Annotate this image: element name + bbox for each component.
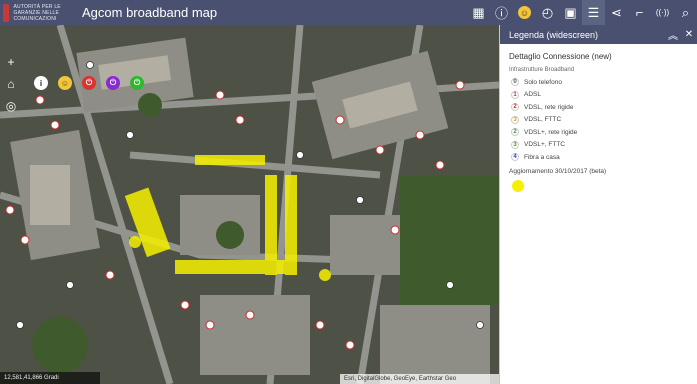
legend-label: Solo telefono (524, 78, 562, 86)
legend-item: 2 VDSL, rete rigide (509, 101, 697, 114)
legend-item: 2 VDSL+, rete rigide (509, 126, 697, 139)
agcom-logo-mark (3, 3, 10, 22)
red-power-icon[interactable]: ⏻ (82, 76, 96, 90)
map-attribution: Esri, DigitalGlobe, GeoEye, Earthstar Ge… (340, 374, 499, 384)
legend-label: ADSL (524, 91, 541, 99)
grid-icon[interactable]: ▦ (467, 0, 490, 25)
legend-label: VDSL+, rete rigide (524, 128, 578, 136)
smile-icon[interactable]: ☺ (58, 76, 72, 90)
legend-label: Fibra a casa (524, 153, 560, 161)
scale-readout: 12,581,41,866 Gradi (0, 372, 100, 384)
legend-item: 1 ADSL (509, 89, 697, 102)
map-view[interactable]: + ⌂ ◎ i ☺ ⏻ ⏻ ⏻ 12,581,41,866 Gradi Esri… (0, 25, 499, 384)
home-icon[interactable]: ⌂ (4, 77, 18, 91)
speed-icon[interactable]: ◴ (536, 0, 559, 25)
app-title: Agcom broadband map (82, 5, 218, 20)
legend-subtitle: Infrastrutture Broadband (509, 67, 575, 73)
measure-icon[interactable]: ⌐ (628, 0, 651, 25)
legend-badge: 3 (511, 140, 519, 149)
legend-item: 3 VDSL+, FTTC (509, 139, 697, 152)
legend-item: 3 VDSL, FTTC (509, 114, 697, 127)
wireless-icon[interactable]: ((·)) (651, 0, 674, 25)
legend-label: VDSL+, FTTC (524, 141, 565, 149)
close-icon[interactable]: ✕ (681, 29, 697, 40)
purple-power-icon[interactable]: ⏻ (106, 76, 120, 90)
legend-section-title: Dettaglio Connessione (new) (509, 52, 612, 61)
info-icon[interactable]: i (34, 76, 48, 90)
map-floating-buttons: i ☺ ⏻ ⏻ ⏻ (34, 76, 144, 90)
locate-icon[interactable]: ◎ (4, 99, 18, 113)
legend-badge: 4 (511, 153, 519, 162)
smile-icon[interactable]: ☺ (513, 0, 536, 25)
update-date: Aggiornamento 30/10/2017 (beta) (509, 167, 607, 175)
map-controls: + ⌂ ◎ (4, 55, 18, 113)
agcom-logo-text: AUTORITÀ PER LE GARANZIE NELLE COMUNICAZ… (13, 3, 61, 22)
green-power-icon[interactable]: ⏻ (130, 76, 144, 90)
smile-face: ☺ (518, 6, 531, 19)
share-icon[interactable]: ⋖ (605, 0, 628, 25)
legend-panel-title: Legenda (widescreen) (509, 29, 599, 40)
legend-label: VDSL, FTTC (524, 116, 562, 124)
legend-item: 0 Solo telefono (509, 76, 697, 89)
search-icon[interactable]: ⌕ (674, 0, 697, 25)
legend-panel: Legenda (widescreen) ︽ ✕ Dettaglio Conne… (499, 25, 697, 384)
legend-badge: 1 (511, 90, 519, 99)
legend-label: VDSL, rete rigide (524, 103, 574, 111)
legend-list-icon[interactable]: ☰ (582, 0, 605, 25)
info-icon[interactable]: ⓘ (490, 0, 513, 25)
layers-icon[interactable]: ▣ (559, 0, 582, 25)
agcom-logo[interactable]: AUTORITÀ PER LE GARANZIE NELLE COMUNICAZ… (0, 0, 70, 25)
legend-badge: 0 (511, 78, 519, 87)
collapse-icon[interactable]: ︽ (665, 27, 681, 42)
legend-item: 4 Fibra a casa (509, 151, 697, 164)
legend-badge: 3 (511, 115, 519, 124)
highlight-marker-icon (512, 179, 524, 192)
app-header: AUTORITÀ PER LE GARANZIE NELLE COMUNICAZ… (0, 0, 697, 25)
legend-panel-header: Legenda (widescreen) ︽ ✕ (500, 25, 697, 44)
legend-badge: 2 (511, 103, 519, 112)
legend-body: Dettaglio Connessione (new) Infrastruttu… (500, 44, 697, 192)
legend-badge: 2 (511, 128, 519, 137)
zoom-in-button[interactable]: + (4, 55, 18, 69)
toolbar: ▦ ⓘ ☺ ◴ ▣ ☰ ⋖ ⌐ ((·)) ⌕ (467, 0, 697, 25)
